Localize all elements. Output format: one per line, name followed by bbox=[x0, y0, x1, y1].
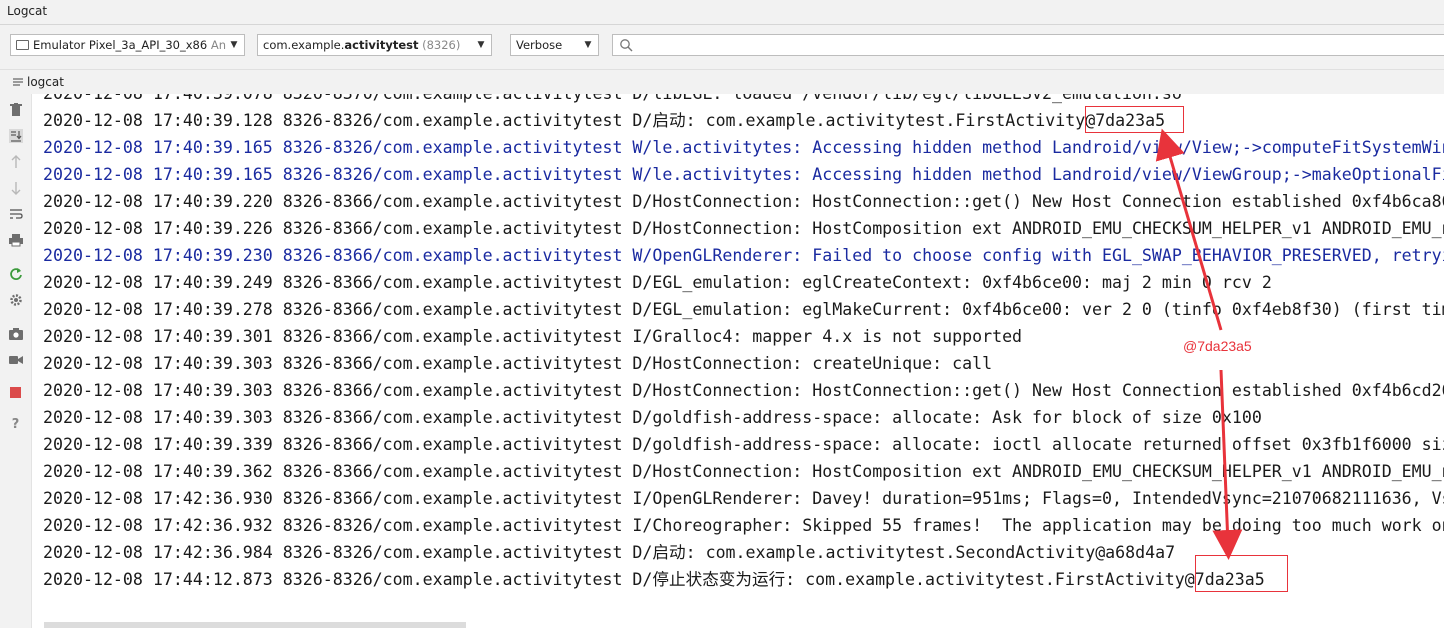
log-line: 2020-12-08 17:40:39.303 8326-8366/com.ex… bbox=[43, 381, 1444, 400]
search-icon bbox=[620, 39, 633, 52]
tab-logcat[interactable]: logcat bbox=[13, 75, 64, 89]
log-line: 2020-12-08 17:40:39.362 8326-8366/com.ex… bbox=[43, 462, 1444, 481]
tab-logcat-label: logcat bbox=[27, 75, 64, 89]
device-name: Emulator Pixel_3a_API_30_x86 bbox=[33, 38, 208, 52]
log-level-value: Verbose bbox=[516, 38, 563, 52]
screen-record-icon[interactable] bbox=[6, 350, 25, 369]
scroll-to-end-icon[interactable] bbox=[6, 126, 25, 145]
chevron-down-icon: ▼ bbox=[230, 40, 238, 50]
horizontal-scrollbar[interactable] bbox=[44, 622, 466, 628]
trash-icon[interactable] bbox=[6, 100, 25, 119]
restart-icon[interactable] bbox=[6, 264, 25, 283]
log-line: 2020-12-08 17:40:39.078 8326-8370/com.ex… bbox=[43, 94, 1182, 104]
search-field[interactable] bbox=[612, 34, 1444, 56]
log-line: 2020-12-08 17:42:36.930 8326-8366/com.ex… bbox=[43, 489, 1444, 508]
help-icon[interactable]: ? bbox=[6, 415, 25, 434]
log-line: 2020-12-08 17:40:39.230 8326-8366/com.ex… bbox=[43, 246, 1444, 265]
list-icon bbox=[13, 78, 23, 85]
log-line: 2020-12-08 17:40:39.128 8326-8326/com.ex… bbox=[43, 111, 1166, 130]
logcat-side-toolbar: ? bbox=[0, 94, 32, 628]
log-line: 2020-12-08 17:40:39.278 8326-8366/com.ex… bbox=[43, 300, 1444, 319]
log-line: 2020-12-08 17:40:39.249 8326-8366/com.ex… bbox=[43, 273, 1272, 292]
log-line: 2020-12-08 17:40:39.226 8326-8366/com.ex… bbox=[43, 219, 1444, 238]
log-line: 2020-12-08 17:40:39.165 8326-8326/com.ex… bbox=[43, 138, 1444, 157]
annotation-label: @7da23a5 bbox=[1183, 338, 1252, 354]
screenshot-icon[interactable] bbox=[6, 324, 25, 343]
device-selector[interactable]: Emulator Pixel_3a_API_30_x86 An ▼ bbox=[10, 34, 245, 56]
log-line: 2020-12-08 17:42:36.932 8326-8326/com.ex… bbox=[43, 516, 1444, 535]
settings-icon[interactable] bbox=[6, 290, 25, 309]
highlight-box-last bbox=[1195, 555, 1288, 592]
device-name-suffix: An bbox=[210, 38, 226, 52]
log-line: 2020-12-08 17:40:39.339 8326-8366/com.ex… bbox=[43, 435, 1444, 454]
highlight-box-first bbox=[1085, 106, 1184, 133]
device-icon bbox=[16, 39, 29, 50]
soft-wrap-icon[interactable] bbox=[6, 204, 25, 223]
process-name: activitytest bbox=[344, 38, 419, 52]
stop-icon[interactable] bbox=[6, 383, 25, 402]
down-arrow-icon[interactable] bbox=[6, 178, 25, 197]
log-line: 2020-12-08 17:40:39.303 8326-8366/com.ex… bbox=[43, 354, 993, 373]
process-pid: (8326) bbox=[422, 38, 461, 52]
title-bar: Logcat bbox=[0, 0, 1444, 25]
search-input[interactable] bbox=[637, 36, 1421, 56]
process-prefix: com.example. bbox=[263, 38, 345, 52]
log-line: 2020-12-08 17:42:36.984 8326-8326/com.ex… bbox=[43, 543, 1176, 562]
log-line: 2020-12-08 17:40:39.303 8326-8366/com.ex… bbox=[43, 408, 1262, 427]
chevron-down-icon: ▼ bbox=[584, 40, 592, 50]
log-line: 2020-12-08 17:40:39.301 8326-8366/com.ex… bbox=[43, 327, 1023, 346]
print-icon[interactable] bbox=[6, 230, 25, 249]
log-line: 2020-12-08 17:40:39.165 8326-8326/com.ex… bbox=[43, 165, 1444, 184]
log-line: 2020-12-08 17:44:12.873 8326-8326/com.ex… bbox=[43, 570, 1265, 589]
tab-bar: logcat bbox=[0, 70, 1444, 94]
log-line: 2020-12-08 17:40:39.220 8326-8366/com.ex… bbox=[43, 192, 1444, 211]
log-view[interactable]: 2020-12-08 17:40:39.078 8326-8370/com.ex… bbox=[32, 94, 1444, 628]
window-title: Logcat bbox=[7, 4, 48, 18]
process-selector[interactable]: com.example.activitytest (8326) ▼ bbox=[257, 34, 492, 56]
logcat-toolbar: Emulator Pixel_3a_API_30_x86 An ▼ com.ex… bbox=[0, 25, 1444, 70]
log-level-selector[interactable]: Verbose ▼ bbox=[510, 34, 599, 56]
up-arrow-icon[interactable] bbox=[6, 152, 25, 171]
chevron-down-icon: ▼ bbox=[477, 40, 485, 50]
